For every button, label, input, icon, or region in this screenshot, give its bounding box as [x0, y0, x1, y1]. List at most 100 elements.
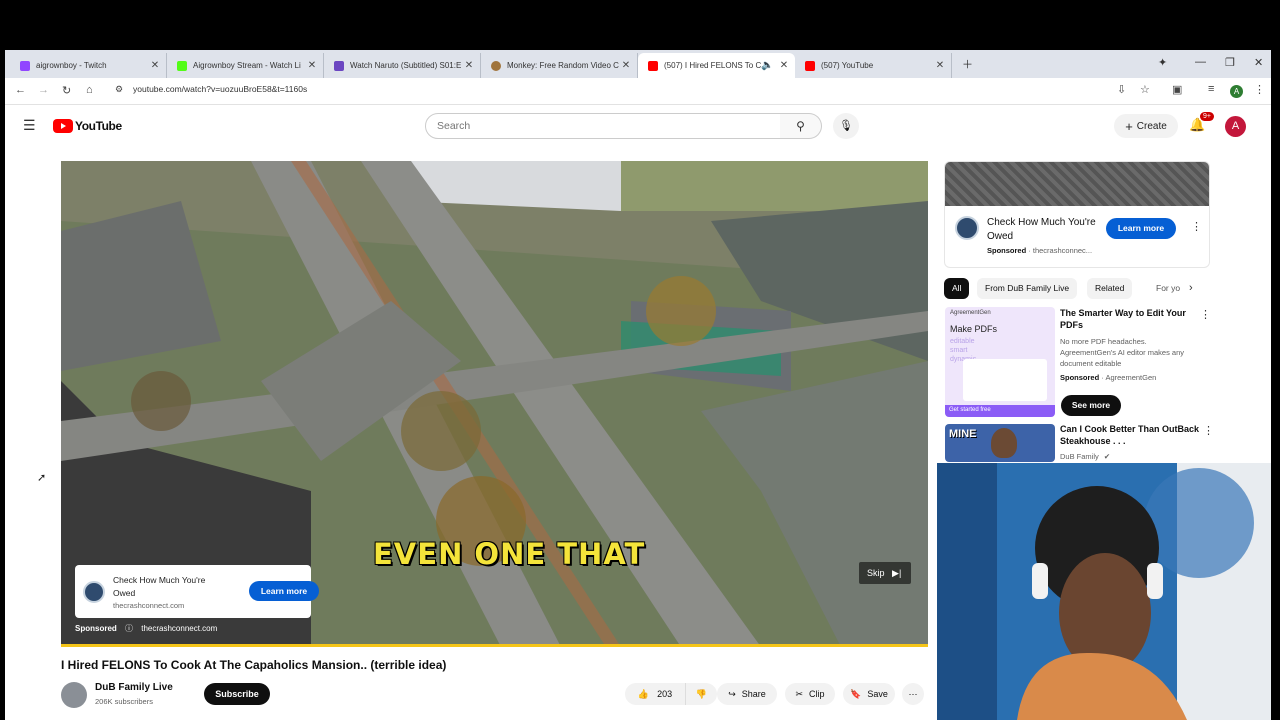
forward-icon[interactable]: →	[38, 84, 49, 96]
ai-sparkle-icon[interactable]: ✦	[1158, 56, 1167, 69]
save-button[interactable]: 🔖 Save	[843, 683, 895, 705]
back-icon[interactable]: ←	[15, 84, 26, 96]
install-icon[interactable]: ⇩	[1117, 83, 1126, 96]
more-vertical-icon[interactable]: ⋮	[1191, 220, 1202, 233]
mouse-cursor-icon: ➚	[37, 472, 47, 484]
speaker-icon[interactable]: 🔈	[761, 60, 773, 71]
create-button[interactable]: + Create	[1114, 114, 1178, 138]
sponsored-thumbnail[interactable]: AgreementGen Make PDFs editable smart dy…	[945, 307, 1055, 417]
sponsor-name: AgreementGen	[1105, 373, 1157, 382]
tab-youtube-home[interactable]: (507) YouTube ✕	[795, 53, 952, 78]
restore-icon[interactable]: ❐	[1225, 56, 1235, 69]
channel-name: DuB Family	[1060, 452, 1099, 461]
ad-domain: thecrashconnect.com	[113, 601, 185, 610]
chip-all[interactable]: All	[944, 278, 970, 299]
clip-label: Clip	[809, 689, 825, 699]
minimize-icon[interactable]: —	[1195, 56, 1206, 68]
tab-kick[interactable]: Aigrownboy Stream - Watch Li ✕	[167, 53, 324, 78]
video-title: I Hired FELONS To Cook At The Capaholics…	[61, 658, 447, 672]
window-close-icon[interactable]: ✕	[1254, 56, 1263, 69]
video-caption: EVEN ONE THAT	[373, 537, 646, 571]
channel-name[interactable]: DuB Family Live	[95, 682, 173, 693]
search-input[interactable]	[426, 114, 780, 138]
share-button[interactable]: ↪ Share	[717, 683, 777, 705]
monkey-icon	[491, 60, 501, 71]
thumb-caption: MINE	[949, 428, 977, 440]
more-vertical-icon[interactable]: ⋮	[1203, 424, 1214, 437]
video-player[interactable]: EVEN ONE THAT Check How Much You're Owed…	[61, 161, 928, 647]
kick-icon	[177, 60, 187, 71]
dislike-button[interactable]: 👎	[685, 683, 717, 705]
video-thumbnail[interactable]: MINE	[945, 424, 1055, 462]
tab-youtube-video[interactable]: (507) I Hired FELONS To Co 🔈 ✕	[638, 53, 795, 78]
thumb-brand: AgreementGen	[950, 310, 991, 316]
tab-twitch[interactable]: aigrownboy - Twitch ✕	[10, 53, 167, 78]
address-bar[interactable]: youtube.com/watch?v=uozuuBroE58&t=1160s	[133, 84, 307, 94]
tab-title: Aigrownboy Stream - Watch Li	[193, 61, 301, 70]
video-ad-card[interactable]: Check How Much You're Owed thecrashconne…	[75, 565, 319, 618]
site-info-icon[interactable]: ⚙	[115, 84, 123, 95]
learn-more-button[interactable]: Learn more	[249, 581, 319, 601]
close-icon[interactable]: ✕	[148, 60, 162, 71]
thumb-headline: Make PDFs	[950, 324, 998, 334]
tab-naruto[interactable]: Watch Naruto (Subtitled) S01:E ✕	[324, 53, 481, 78]
youtube-logo[interactable]: YouTube	[53, 119, 122, 133]
search-button[interactable]: ⚲	[780, 113, 822, 139]
search-icon: ⚲	[796, 119, 805, 133]
close-icon[interactable]: ✕	[619, 60, 633, 71]
sidebar-item-title[interactable]: Can I Cook Better Than OutBack Steakhous…	[1060, 423, 1200, 447]
sponsored-label: Sponsored	[1060, 373, 1100, 382]
info-icon[interactable]: ⓘ	[125, 624, 133, 633]
like-count: 203	[657, 689, 673, 699]
tab-title: (507) YouTube	[821, 61, 874, 70]
sidebar-learn-more-button[interactable]: Learn more	[1106, 218, 1176, 239]
verified-icon: ✔	[1103, 452, 1111, 461]
chip-from-channel[interactable]: From DuB Family Live	[977, 278, 1078, 299]
new-tab-icon[interactable]: ＋	[962, 56, 973, 72]
chip-related[interactable]: Related	[1087, 278, 1133, 299]
share-label: Share	[741, 689, 766, 699]
chevron-right-icon[interactable]: ›	[1189, 282, 1193, 294]
sponsor-domain[interactable]: thecrashconnect.com	[141, 624, 217, 633]
clip-button[interactable]: ✂ Clip	[785, 683, 835, 705]
home-icon[interactable]: ⌂	[86, 84, 93, 96]
logo-text: YouTube	[75, 119, 122, 133]
sidebar-ad-meta: Sponsored · thecrashconnec...	[987, 246, 1092, 255]
sidebar-item-meta: Sponsored · AgreementGen	[1060, 372, 1156, 383]
browser-toolbar: ← → ↻ ⌂ ⚙ youtube.com/watch?v=uozuuBroE5…	[5, 78, 1271, 105]
plus-icon: +	[1125, 118, 1133, 134]
like-button[interactable]: 👍 203	[625, 683, 685, 705]
reload-icon[interactable]: ↻	[62, 84, 71, 97]
crashconnect-logo	[83, 581, 105, 603]
tab-monkey[interactable]: Monkey: Free Random Video C ✕	[481, 53, 638, 78]
ad-title: Check How Much You're Owed	[113, 575, 206, 598]
voice-search-button[interactable]: 🎙	[833, 113, 859, 139]
profile-avatar[interactable]: A	[1230, 85, 1243, 98]
webcam-frame	[937, 463, 1271, 720]
media-control-icon[interactable]: ≡	[1208, 83, 1214, 95]
youtube-icon	[805, 60, 815, 71]
tab-title: Watch Naruto (Subtitled) S01:E	[350, 61, 462, 70]
close-icon[interactable]: ✕	[933, 60, 947, 71]
more-menu-icon[interactable]: ⋮	[1254, 83, 1265, 96]
side-panel-icon[interactable]: ▣	[1172, 83, 1182, 96]
close-icon[interactable]: ✕	[777, 60, 791, 71]
youtube-icon	[648, 60, 658, 71]
channel-avatar[interactable]	[61, 682, 87, 708]
sidebar-ad[interactable]: Check How Much You're Owed Sponsored · t…	[944, 161, 1210, 268]
close-icon[interactable]: ✕	[462, 60, 476, 71]
chip-for-you[interactable]: For yo	[1148, 278, 1188, 299]
account-avatar[interactable]: A	[1225, 116, 1246, 137]
skip-ad-button[interactable]: Skip ▶|	[859, 562, 911, 584]
sidebar-item-title[interactable]: The Smarter Way to Edit Your PDFs	[1060, 307, 1200, 331]
bookmark-star-icon[interactable]: ☆	[1140, 83, 1150, 96]
close-icon[interactable]: ✕	[305, 60, 319, 71]
hamburger-menu-icon[interactable]: ☰	[23, 117, 36, 134]
see-more-button[interactable]: See more	[1061, 395, 1121, 416]
thumb-document-mockup	[963, 359, 1047, 401]
more-vertical-icon[interactable]: ⋮	[1200, 308, 1211, 321]
bookmark-icon: 🔖	[850, 688, 862, 699]
sidebar-ad-domain: thecrashconnec...	[1032, 246, 1093, 255]
subscribe-button[interactable]: Subscribe	[204, 683, 270, 705]
more-actions-button[interactable]: ⋯	[902, 683, 924, 705]
